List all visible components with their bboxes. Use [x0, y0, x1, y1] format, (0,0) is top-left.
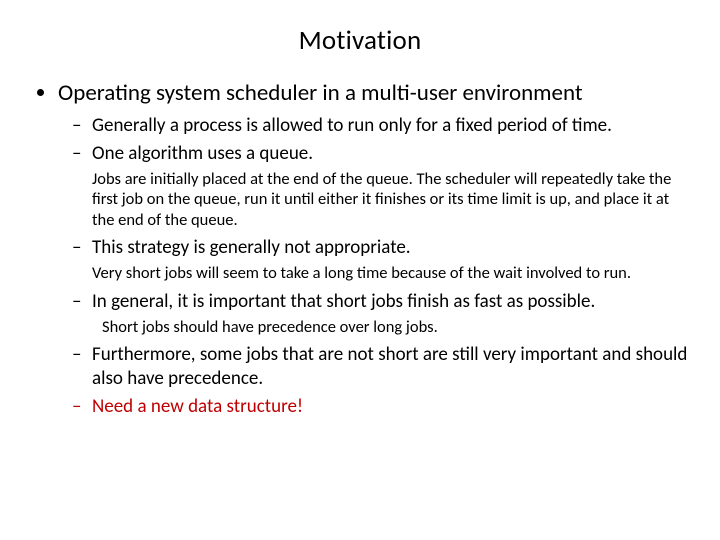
lvl2-text: Furthermore, some jobs that are not shor… — [92, 343, 687, 390]
bullet-list-level2: Furthermore, some jobs that are not shor… — [58, 343, 692, 418]
list-item: Generally a process is allowed to run on… — [92, 114, 692, 138]
lvl1-text: Operating system scheduler in a multi-us… — [58, 79, 583, 107]
list-item: In general, it is important that short j… — [92, 290, 692, 314]
lvl2-text: Generally a process is allowed to run on… — [92, 114, 612, 137]
list-item: This strategy is generally not appropria… — [92, 236, 692, 260]
list-item-highlight: Need a new data structure! — [92, 395, 692, 419]
lvl2-text: This strategy is generally not appropria… — [92, 236, 411, 259]
body-paragraph: Jobs are initially placed at the end of … — [92, 169, 692, 229]
list-item: One algorithm uses a queue. — [92, 142, 692, 166]
lvl2-text: Need a new data structure! — [92, 395, 303, 418]
list-item: Operating system scheduler in a multi-us… — [58, 79, 692, 419]
slide-title: Motivation — [28, 24, 692, 57]
bullet-list-level1: Operating system scheduler in a multi-us… — [28, 79, 692, 419]
list-item: Furthermore, some jobs that are not shor… — [92, 343, 692, 391]
body-paragraph: Very short jobs will seem to take a long… — [92, 263, 692, 283]
bullet-list-level2: Generally a process is allowed to run on… — [58, 114, 692, 166]
bullet-list-level2: This strategy is generally not appropria… — [58, 236, 692, 260]
body-paragraph: Short jobs should have precedence over l… — [102, 317, 692, 337]
lvl2-text: One algorithm uses a queue. — [92, 142, 313, 165]
slide: Motivation Operating system scheduler in… — [0, 0, 720, 540]
lvl2-text: In general, it is important that short j… — [92, 290, 595, 313]
bullet-list-level2: In general, it is important that short j… — [58, 290, 692, 314]
